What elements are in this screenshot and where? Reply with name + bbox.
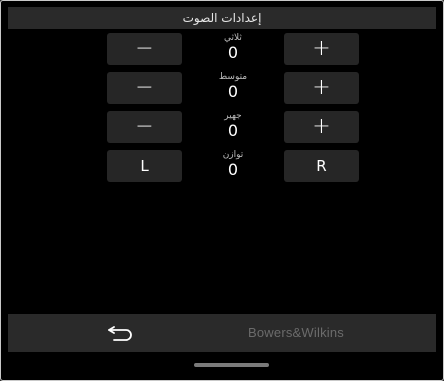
treble-row: − ثلاثي 0 +: [8, 33, 436, 65]
balance-readout: توازن 0: [182, 150, 284, 190]
plus-icon: +: [312, 75, 331, 100]
back-arrow-icon: [108, 326, 132, 341]
mid-readout: متوسط 0: [182, 72, 284, 112]
balance-row: L توازن 0 R: [8, 150, 436, 182]
treble-decrease-button[interactable]: −: [107, 33, 182, 65]
bass-increase-button[interactable]: +: [284, 111, 359, 143]
balance-right-label: R: [316, 156, 327, 175]
bass-value: 0: [227, 121, 239, 140]
balance-left-button[interactable]: L: [107, 150, 182, 182]
bass-row: − جهير 0 +: [8, 111, 436, 143]
balance-value: 0: [227, 160, 239, 179]
sound-settings-panel: − ثلاثي 0 + − متوسط 0 + − جهير 0 + L توا…: [8, 29, 436, 314]
brand-logo: Bowers&Wilkins: [248, 325, 344, 340]
plus-icon: +: [312, 114, 331, 139]
title-bar: إعدادات الصوت: [8, 7, 436, 29]
mid-value: 0: [227, 82, 239, 101]
balance-right-button[interactable]: R: [284, 150, 359, 182]
mid-row: − متوسط 0 +: [8, 72, 436, 104]
device-frame: إعدادات الصوت − ثلاثي 0 + − متوسط 0 + − …: [0, 0, 444, 381]
page-title: إعدادات الصوت: [182, 11, 262, 25]
minus-icon: −: [135, 36, 154, 61]
bottom-bar: Bowers&Wilkins: [8, 314, 436, 352]
treble-readout: ثلاثي 0: [182, 33, 284, 73]
minus-icon: −: [135, 114, 154, 139]
balance-left-label: L: [140, 156, 149, 175]
bass-decrease-button[interactable]: −: [107, 111, 182, 143]
minus-icon: −: [135, 75, 154, 100]
mid-increase-button[interactable]: +: [284, 72, 359, 104]
plus-icon: +: [312, 36, 331, 61]
treble-increase-button[interactable]: +: [284, 33, 359, 65]
treble-value: 0: [227, 43, 239, 62]
mid-decrease-button[interactable]: −: [107, 72, 182, 104]
bass-readout: جهير 0: [182, 111, 284, 151]
home-indicator[interactable]: [194, 363, 269, 367]
back-button[interactable]: [103, 322, 139, 344]
